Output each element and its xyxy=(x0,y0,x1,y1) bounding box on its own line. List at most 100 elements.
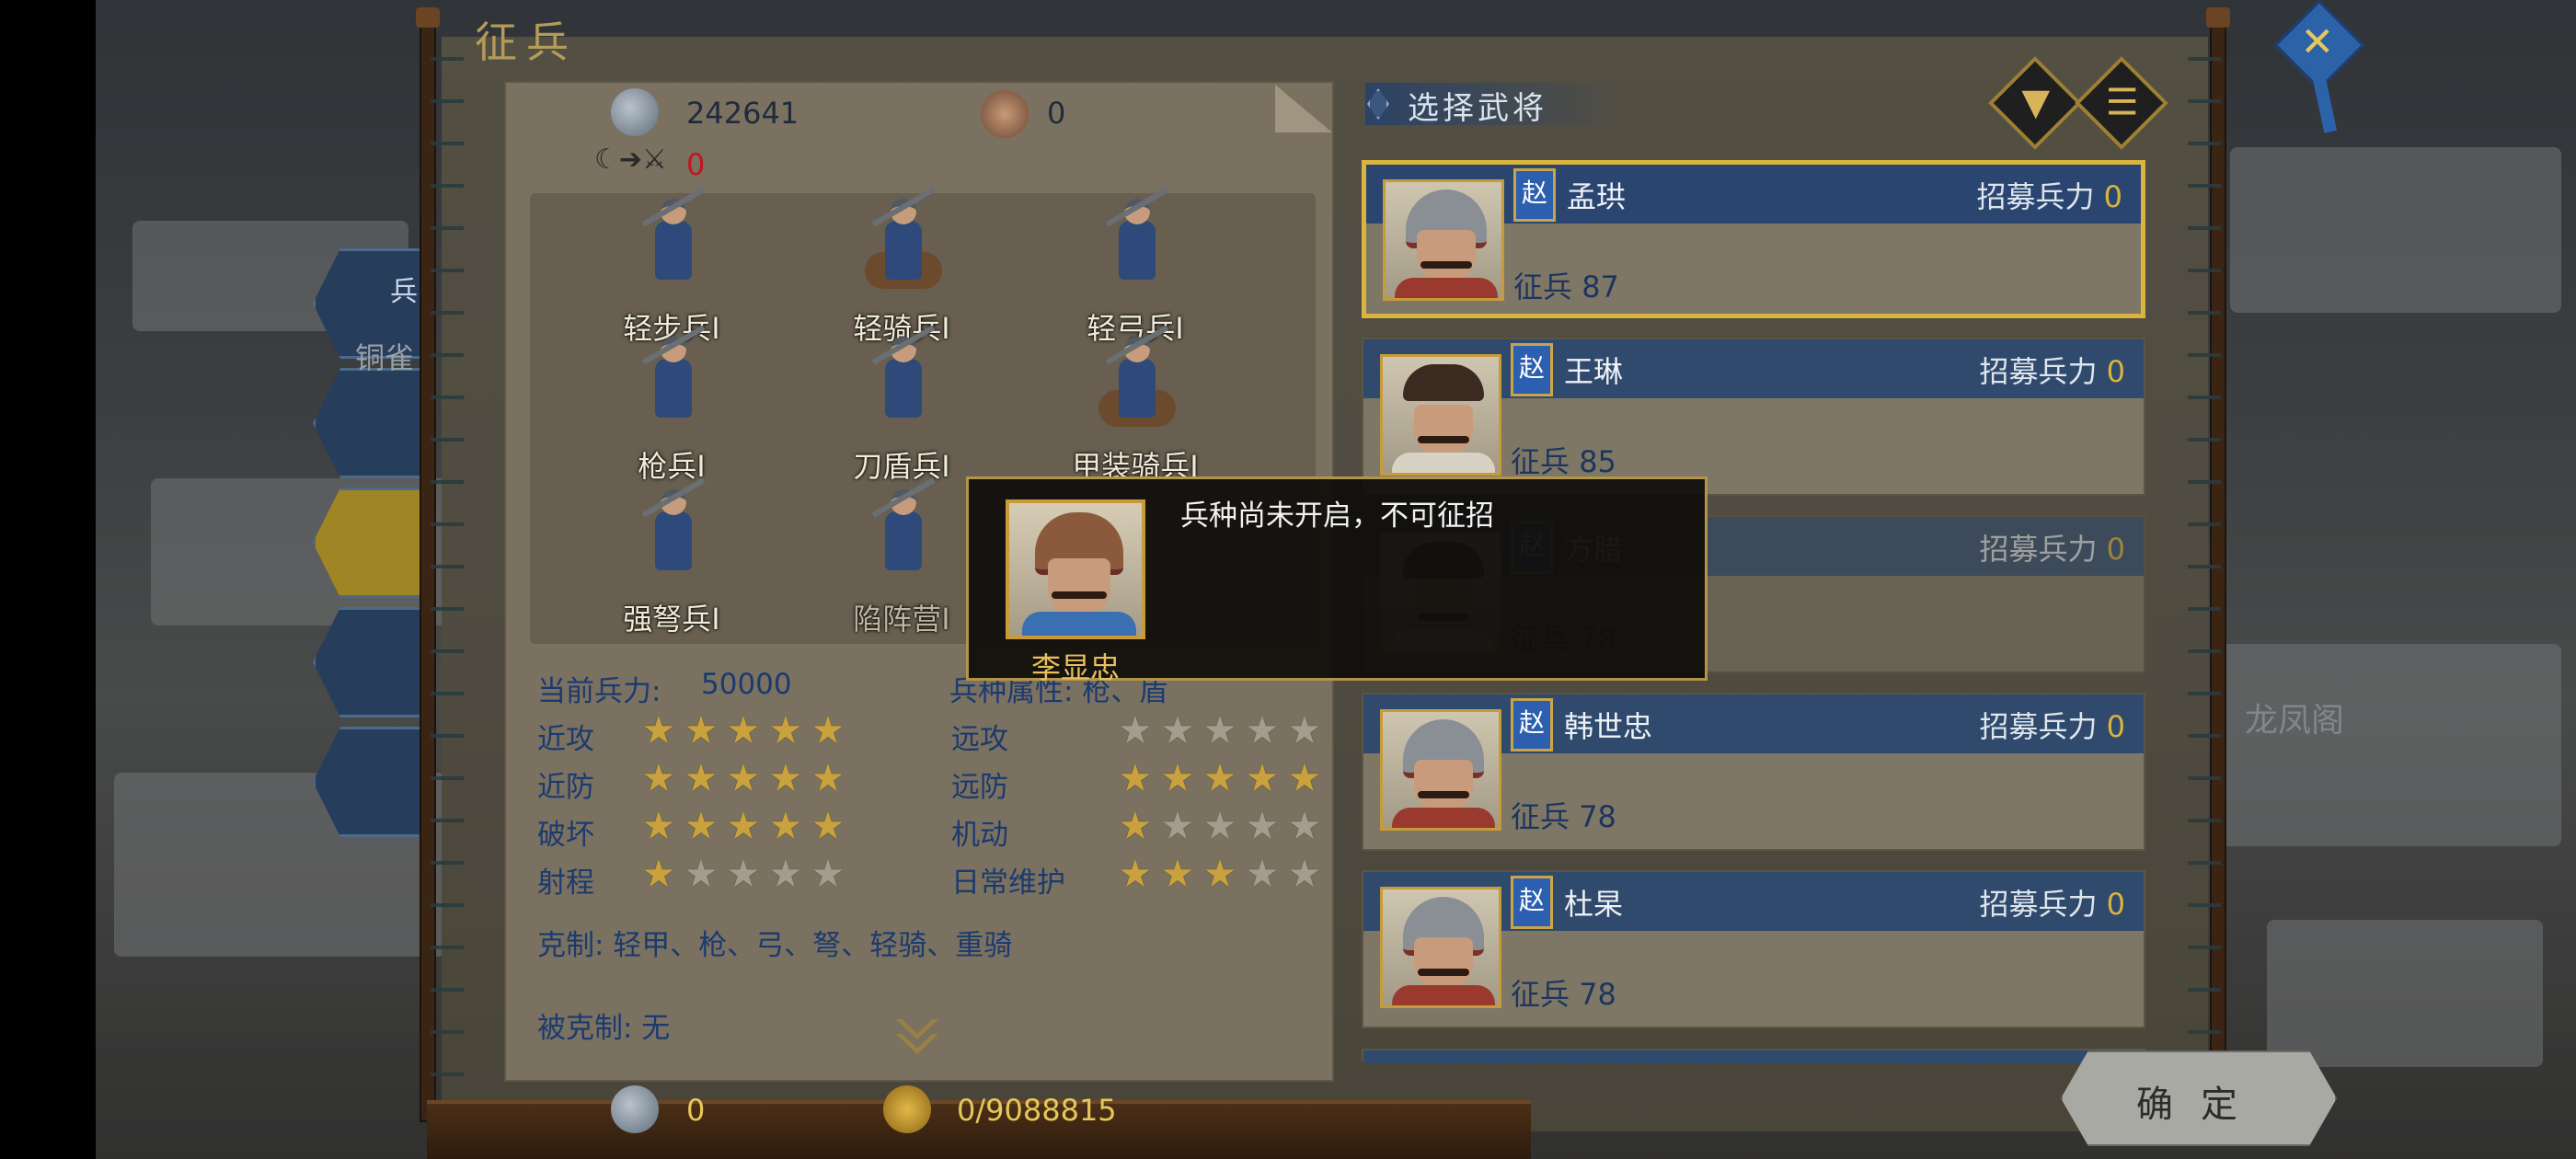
close-icon: ✕ xyxy=(2300,18,2335,66)
general-portrait xyxy=(1380,354,1501,476)
conscription-stat: 征兵 78 xyxy=(1511,794,1616,836)
general-card[interactable]: 赵韩世忠 招募兵力 0 征兵 78 xyxy=(1362,693,2145,851)
bottom-troops-icon xyxy=(611,1085,659,1133)
star-icon: ★ xyxy=(1202,803,1237,848)
scroll-down-indicator[interactable] xyxy=(881,1019,955,1052)
faction-label: 赵 xyxy=(1518,707,1545,738)
unit-figure-icon xyxy=(635,477,712,587)
star-rating: ★ ★ ★ ★ ★ xyxy=(1115,758,1325,798)
star-rating: ★ ★ ★ ★ ★ xyxy=(638,854,848,894)
unit-type-item[interactable]: 强弩兵Ⅰ xyxy=(570,477,773,637)
unit-figure-icon xyxy=(865,187,942,296)
conscription-stat: 征兵 78 xyxy=(1511,971,1616,1014)
unit-figure-icon xyxy=(865,325,942,434)
recruit-label: 招募兵力 xyxy=(1976,179,2095,214)
star-icon: ★ xyxy=(811,755,845,800)
general-card[interactable]: 赵王琳 招募兵力 0 征兵 85 xyxy=(1362,338,2145,496)
conscription-label: 征兵 xyxy=(1511,977,1570,1012)
tooltip-message: 兵种尚未开启，不可征招 xyxy=(1180,499,1494,533)
conscription-value: 78 xyxy=(1579,977,1616,1012)
star-icon: ★ xyxy=(1245,755,1280,800)
general-card[interactable]: 赵杜杲 招募兵力 0 征兵 78 xyxy=(1362,870,2145,1028)
conscription-value: 85 xyxy=(1579,444,1616,479)
troops-icon xyxy=(611,88,659,136)
star-icon: ★ xyxy=(726,851,761,896)
star-icon: ★ xyxy=(1160,803,1195,848)
star-icon: ★ xyxy=(811,851,845,896)
recruit-value: 0 xyxy=(2103,179,2122,214)
star-rating: ★ ★ ★ ★ ★ xyxy=(638,758,848,798)
unit-figure-icon xyxy=(635,187,712,296)
officer-count: 0 xyxy=(1047,96,1066,131)
star-icon: ★ xyxy=(684,851,719,896)
unit-type-item[interactable]: 轻弓兵Ⅰ xyxy=(1034,187,1236,346)
stat-label: 机动 xyxy=(951,819,1008,852)
star-icon: ★ xyxy=(684,755,719,800)
current-troops-value: 50000 xyxy=(701,668,792,701)
unit-figure-icon xyxy=(1098,325,1176,434)
star-icon: ★ xyxy=(684,803,719,848)
recruit-value: 0 xyxy=(2106,354,2125,389)
gold-count: 0/9088815 xyxy=(957,1093,1117,1128)
bottom-troops-count: 0 xyxy=(686,1093,706,1128)
star-icon: ★ xyxy=(768,803,803,848)
general-portrait xyxy=(1383,179,1504,301)
star-icon: ★ xyxy=(1160,755,1195,800)
star-icon: ★ xyxy=(811,707,845,752)
unit-type-item[interactable]: 甲装骑兵Ⅰ xyxy=(1034,325,1236,484)
stat-label: 近攻 xyxy=(537,723,594,756)
confirm-button[interactable]: 确定 xyxy=(2061,1050,2337,1146)
star-rating: ★ ★ ★ ★ ★ xyxy=(638,710,848,751)
scroll-edge-right xyxy=(2188,37,2221,1095)
officer-icon xyxy=(981,90,1029,138)
unit-type-item[interactable]: 轻骑兵Ⅰ xyxy=(800,187,1003,346)
conscription-value: 78 xyxy=(1579,799,1616,834)
unit-type-item[interactable]: 枪兵Ⅰ xyxy=(570,325,773,484)
star-icon: ★ xyxy=(726,755,761,800)
recruit-label: 招募兵力 xyxy=(1979,532,2098,567)
unit-type-item[interactable]: 刀盾兵Ⅰ xyxy=(800,325,1003,484)
stat-label: 近防 xyxy=(537,771,594,804)
star-icon: ★ xyxy=(684,707,719,752)
star-rating: ★ ★ ★ ★ ★ xyxy=(1115,806,1325,846)
stat-label: 破坏 xyxy=(537,819,594,852)
game-scene: 兵 铜雀 龙凤阁 征兵 ✕ 242641 0 ☾➔⚔ 0 轻步兵Ⅰ 轻骑兵Ⅰ 轻弓兵… xyxy=(0,0,2576,1159)
faction-flag-icon: 赵 xyxy=(1511,343,1553,396)
general-portrait xyxy=(1380,887,1501,1008)
recruit-value: 0 xyxy=(2106,887,2125,922)
star-icon: ★ xyxy=(1202,755,1237,800)
letterbox xyxy=(0,0,96,1159)
scroll-edge-left xyxy=(431,37,464,1095)
window-title: 征兵 xyxy=(475,17,578,67)
star-icon: ★ xyxy=(641,851,676,896)
star-rating: ★ ★ ★ ★ ★ xyxy=(638,806,848,846)
unit-figure-icon xyxy=(635,325,712,434)
star-icon: ★ xyxy=(1287,755,1322,800)
conscription-value: 87 xyxy=(1581,270,1619,304)
stat-label: 射程 xyxy=(537,866,594,900)
filter-icon: ▼ xyxy=(2021,81,2051,124)
recruit-value: 0 xyxy=(2106,709,2125,744)
gold-icon xyxy=(883,1085,931,1133)
recruit-label: 招募兵力 xyxy=(1979,709,2098,744)
stat-label: 远防 xyxy=(951,771,1008,804)
star-icon: ★ xyxy=(641,707,676,752)
tooltip-portrait xyxy=(1006,499,1145,639)
unit-type-item[interactable]: 轻步兵Ⅰ xyxy=(570,187,773,346)
star-icon: ★ xyxy=(1118,803,1153,848)
star-icon: ★ xyxy=(1245,707,1280,752)
stat-label: 日常维护 xyxy=(951,866,1065,900)
list-icon: ☰ xyxy=(2105,81,2139,124)
star-icon: ★ xyxy=(1202,851,1237,896)
general-card[interactable]: 赵孟珙 招募兵力 0 征兵 87 xyxy=(1362,160,2145,318)
general-picker-title: 选择武将 xyxy=(1408,90,1547,127)
star-icon: ★ xyxy=(1245,803,1280,848)
current-troops-label: 当前兵力: xyxy=(537,675,661,708)
general-card-partial[interactable] xyxy=(1362,1049,2145,1063)
recruit-capacity: 招募兵力 0 xyxy=(1979,349,2125,391)
general-name: 王琳 xyxy=(1564,354,1624,389)
star-rating: ★ ★ ★ ★ ★ xyxy=(1115,854,1325,894)
faction-flag-icon: 赵 xyxy=(1513,168,1556,222)
unit-type-label: 枪兵Ⅰ xyxy=(638,449,706,484)
star-icon: ★ xyxy=(1160,851,1195,896)
